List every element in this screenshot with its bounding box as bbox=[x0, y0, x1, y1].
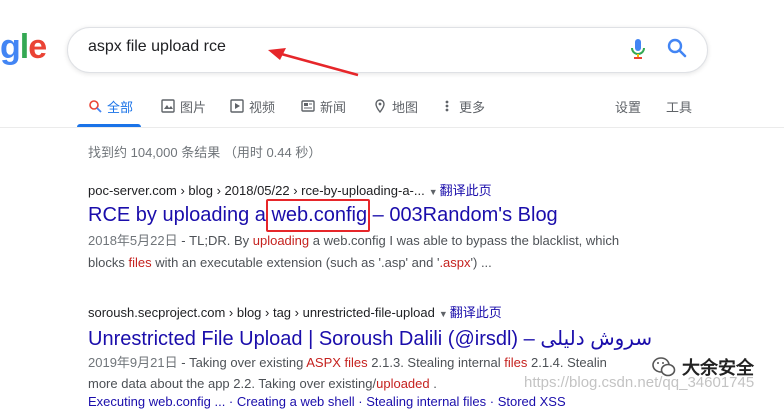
annotation-highlight-box bbox=[266, 199, 370, 232]
snippet-highlight: .aspx bbox=[439, 255, 471, 270]
result-cite[interactable]: soroush.secproject.com › blog › tag › un… bbox=[88, 302, 502, 321]
video-icon bbox=[230, 99, 244, 113]
chevron-down-icon[interactable]: ▼ bbox=[439, 309, 448, 319]
result-url[interactable]: poc-server.com › blog › 2018/05/22 › rce… bbox=[88, 183, 425, 198]
result-snippet-line: more data about the app 2.2. Taking over… bbox=[88, 373, 437, 395]
tab-label: 地图 bbox=[392, 99, 419, 115]
tab-videos[interactable]: 视频 bbox=[230, 96, 275, 116]
translate-link[interactable]: 翻译此页 bbox=[450, 305, 502, 320]
settings-link[interactable]: 设置 bbox=[615, 96, 641, 116]
search-icon bbox=[89, 100, 102, 113]
result-date: 2018年5月22日 bbox=[88, 233, 178, 248]
result-stats: 找到约 104,000 条结果 （用时 0.44 秒） bbox=[88, 145, 322, 160]
image-icon bbox=[161, 99, 175, 113]
snippet-text: a web.config I was able to bypass the bl… bbox=[309, 233, 620, 248]
result-snippet-line: 2019年9月21日 - Taking over existing ASPX f… bbox=[88, 352, 607, 374]
translate-link[interactable]: 翻译此页 bbox=[440, 183, 492, 198]
header-divider bbox=[0, 127, 784, 128]
tab-label: 视频 bbox=[249, 99, 276, 115]
snippet-text: 2.1.4. Stealin bbox=[527, 355, 607, 370]
tab-label: 新闻 bbox=[320, 99, 347, 115]
snippet-text: 2.1.3. Stealing internal bbox=[367, 355, 505, 370]
more-icon bbox=[445, 100, 449, 112]
result-cite[interactable]: poc-server.com › blog › 2018/05/22 › rce… bbox=[88, 180, 492, 199]
snippet-text: - TL;DR. By bbox=[177, 233, 253, 248]
snippet-highlight: files bbox=[128, 255, 152, 270]
result-title[interactable]: Unrestricted File Upload | Soroush Dalil… bbox=[88, 326, 652, 351]
snippet-text: ') ... bbox=[470, 255, 492, 270]
logo-letter-l: l bbox=[19, 28, 30, 66]
news-icon bbox=[301, 100, 315, 112]
tab-maps[interactable]: 地图 bbox=[373, 96, 418, 116]
google-logo[interactable]: gle bbox=[0, 28, 47, 67]
snippet-text: . bbox=[429, 376, 437, 391]
tab-all[interactable]: 全部 bbox=[88, 96, 133, 116]
chevron-down-icon[interactable]: ▼ bbox=[429, 187, 438, 197]
result-date: 2019年9月21日 bbox=[88, 355, 178, 370]
snippet-text: blocks bbox=[88, 255, 129, 270]
annotation-arrow-icon bbox=[268, 48, 359, 77]
wechat-icon bbox=[652, 357, 676, 377]
search-icon[interactable] bbox=[666, 37, 688, 59]
result-title-part[interactable]: – 003Random's Blog bbox=[367, 204, 558, 226]
tools-link[interactable]: 工具 bbox=[666, 96, 692, 116]
search-input[interactable]: aspx file upload rce bbox=[88, 38, 226, 56]
result-title-part[interactable]: RCE by uploading a bbox=[88, 204, 271, 226]
brand-name: 大余安全 bbox=[682, 358, 754, 378]
tab-label: 图片 bbox=[180, 99, 207, 115]
tab-images[interactable]: 图片 bbox=[161, 96, 206, 116]
snippet-highlight: uploaded bbox=[376, 376, 430, 391]
tab-more[interactable]: 更多 bbox=[440, 96, 485, 116]
tab-label: 更多 bbox=[459, 99, 486, 115]
sitelinks-row[interactable]: Executing web.config ... · Creating a we… bbox=[88, 394, 566, 409]
snippet-highlight: files bbox=[504, 355, 528, 370]
snippet-text: with an executable extension (such as '.… bbox=[151, 255, 440, 270]
snippet-text: - Taking over existing bbox=[177, 355, 307, 370]
brand-watermark: 大余安全 bbox=[652, 354, 754, 380]
logo-letter-g: g bbox=[0, 28, 21, 66]
result-url[interactable]: soroush.secproject.com › blog › tag › un… bbox=[88, 305, 435, 320]
result-snippet-line: 2018年5月22日 - TL;DR. By uploading a web.c… bbox=[88, 230, 619, 252]
result-snippet-line: blocks files with an executable extensio… bbox=[88, 252, 492, 274]
snippet-highlight: ASPX files bbox=[306, 355, 368, 370]
tab-news[interactable]: 新闻 bbox=[301, 96, 346, 116]
snippet-text: more data about the app 2.2. Taking over… bbox=[88, 376, 377, 391]
microphone-icon[interactable] bbox=[628, 37, 648, 61]
snippet-highlight: uploading bbox=[252, 233, 310, 248]
tab-label: 全部 bbox=[107, 99, 134, 115]
logo-letter-e: e bbox=[28, 28, 47, 66]
map-pin-icon bbox=[375, 99, 385, 113]
